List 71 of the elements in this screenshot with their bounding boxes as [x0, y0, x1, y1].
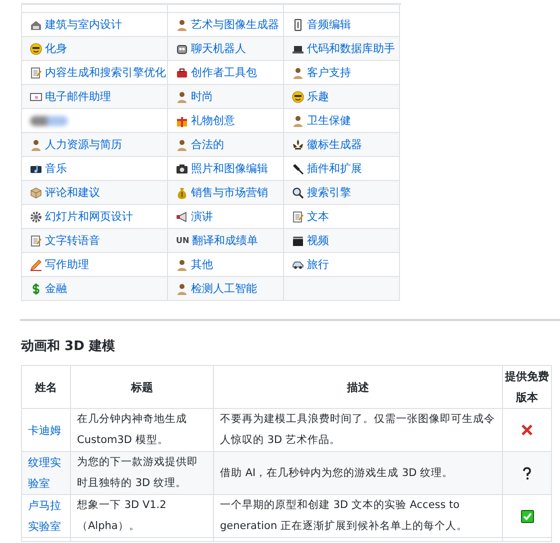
category-link[interactable]: 乐趣 [307, 89, 329, 104]
person-icon [176, 90, 188, 102]
table-cell-text: 在几分钟内神奇地生成 Custom3D 模型。 [77, 412, 188, 448]
smiley-face-icon [30, 42, 42, 54]
camera-icon [176, 162, 188, 174]
tool-link[interactable]: 卡迪姆 [28, 420, 61, 440]
search-icon [292, 186, 304, 198]
category-link[interactable]: 幻灯片和网页设计 [45, 209, 133, 224]
document-icon [30, 66, 42, 78]
category-link[interactable]: 金融 [45, 281, 67, 296]
category-link[interactable]: 艺术与图像生成器 [191, 17, 279, 32]
smiley-face-icon [292, 90, 304, 102]
table-cell-text: 为您的下一款游戏提供即时且独特的 3D 纹理。 [77, 455, 199, 491]
category-link[interactable]: 建筑与室内设计 [45, 17, 122, 32]
category-link[interactable]: 旅行 [307, 257, 329, 272]
column-header: 描述 [347, 380, 369, 396]
category-link[interactable]: 内容生成和搜索引擎优化 [45, 65, 166, 80]
category-link[interactable]: 视频 [307, 233, 329, 248]
tool-link[interactable]: 卢马拉实验室 [28, 495, 64, 537]
category-link[interactable]: 其他 [191, 257, 213, 272]
table-cell-text: 想象一下 3D V1.2（Alpha）。 [77, 498, 168, 534]
category-link[interactable]: 写作助理 [45, 257, 89, 272]
person-icon [292, 66, 304, 78]
envelope-icon [30, 90, 42, 102]
music-note-icon [30, 162, 42, 174]
table-cell-text: 借助 AI，在几秒钟内为您的游戏生成 3D 纹理。 [220, 466, 454, 480]
megaphone-icon [176, 210, 188, 222]
column-header: 姓名 [35, 380, 57, 396]
category-link[interactable]: 礼物创意 [191, 113, 235, 128]
section-heading: 动画和 3D 建模 [21, 339, 116, 355]
person-icon [176, 258, 188, 270]
toolbox-icon [176, 66, 188, 78]
person-icon [176, 138, 188, 150]
category-link[interactable]: 音频编辑 [307, 17, 351, 32]
money-bag-icon [176, 186, 188, 198]
category-link[interactable]: 时尚 [191, 89, 213, 104]
category-link[interactable]: 翻译和成绩单 [192, 233, 258, 248]
person-icon [176, 18, 188, 30]
dollar-sign-icon [30, 282, 42, 294]
pencil-icon [30, 258, 42, 270]
document-icon [30, 234, 42, 246]
clapper-board-icon [292, 234, 304, 246]
robot-icon [176, 42, 188, 54]
person-icon [176, 282, 188, 294]
table-cell-text: 一个早期的原型和创建 3D 文本的实验 Access to generation 正在逐渐扩展到候补名单上的每个人。 [220, 498, 468, 534]
blurred-placeholder [30, 116, 68, 126]
plug-icon [292, 162, 304, 174]
column-header: 提供免费版本 [505, 369, 549, 406]
gear-icon [30, 210, 42, 222]
person-icon [292, 114, 304, 126]
category-link[interactable]: 音乐 [45, 161, 67, 176]
category-link[interactable]: 创作者工具包 [191, 65, 257, 80]
gift-icon [176, 114, 188, 126]
category-link[interactable]: 卫生保健 [307, 113, 351, 128]
category-link[interactable]: 照片和图像编辑 [191, 161, 268, 176]
icon-label: UN [176, 236, 190, 245]
building-icon [30, 18, 42, 30]
fleur-de-lis-icon [292, 138, 304, 150]
category-link[interactable]: 插件和扩展 [307, 161, 362, 176]
person-icon [30, 138, 42, 150]
document-icon [292, 210, 304, 222]
package-icon [30, 186, 42, 198]
column-header: 标题 [131, 380, 153, 396]
car-icon [292, 258, 304, 270]
category-link[interactable]: 客户支持 [307, 65, 351, 80]
phone-icon [292, 18, 304, 30]
category-link[interactable]: 演讲 [191, 209, 213, 224]
category-link[interactable]: 合法的 [191, 137, 224, 152]
category-link[interactable]: 文本 [307, 209, 329, 224]
table-cell-text: 不要再为建模工具浪费时间了。仅需一张图像即可生成令人惊叹的 3D 艺术作品。 [220, 412, 496, 448]
category-link[interactable]: 化身 [45, 41, 67, 56]
